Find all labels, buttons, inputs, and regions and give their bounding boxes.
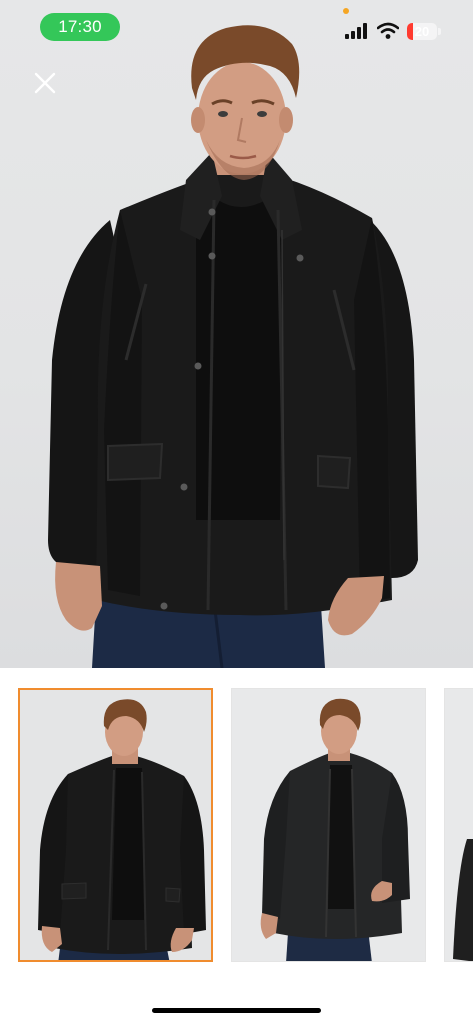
close-button[interactable] [28,66,62,100]
model-in-jacket-illustration [48,25,418,668]
status-bar: 17:30 20 [0,0,473,54]
privacy-indicator-dot [343,8,349,14]
battery-cap [438,28,441,35]
thumbnail-image [445,689,473,961]
thumbnail-image [20,690,211,960]
battery-icon: 20 [407,23,441,40]
home-indicator[interactable] [152,1008,321,1013]
main-product-image[interactable] [0,0,473,668]
thumbnail-2[interactable] [231,688,426,962]
thumbnail-image [232,689,425,961]
signal-icon [345,23,367,39]
wifi-icon [377,22,399,39]
thumbnail-strip[interactable] [0,668,473,998]
close-icon [34,72,56,94]
status-time: 17:30 [40,13,120,41]
battery-percentage: 20 [414,24,430,39]
thumbnail-3[interactable] [444,688,473,962]
thumbnail-1-selected[interactable] [18,688,213,962]
battery-body: 20 [407,23,437,40]
